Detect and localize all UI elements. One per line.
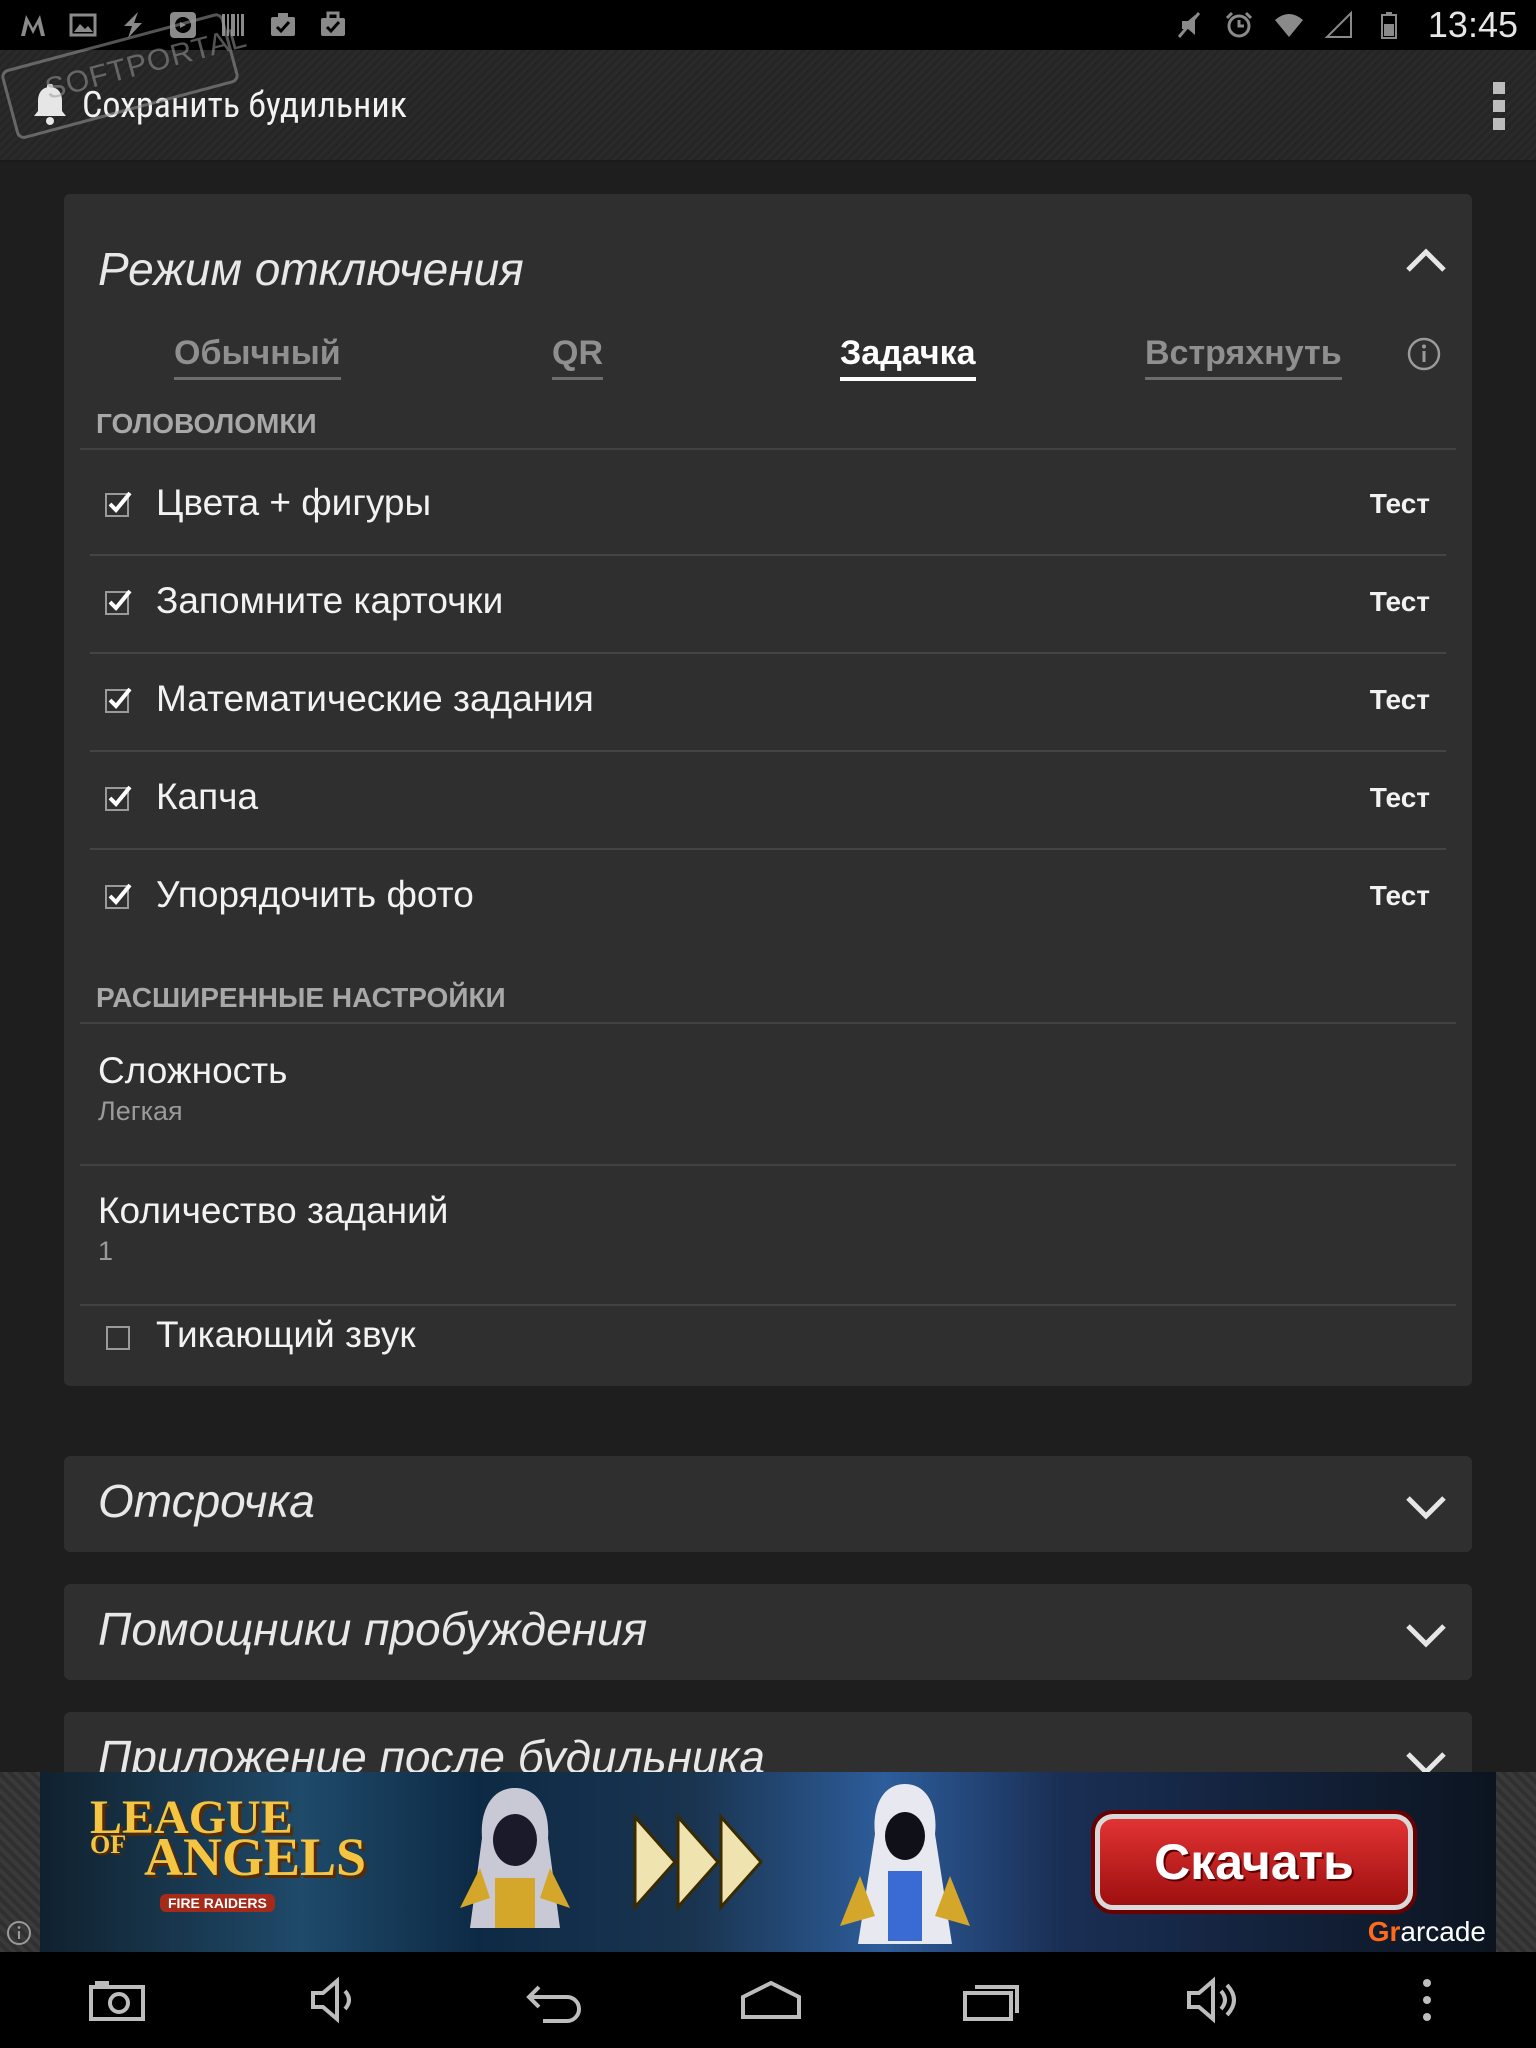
action-bar: Сохранить будильник — [0, 50, 1536, 162]
action-bar-title[interactable]: Сохранить будильник — [82, 84, 407, 126]
app-root: 13:45 Сохранить будильник SOFTPORTAL Реж… — [0, 0, 1536, 2048]
puzzles-header: ГОЛОВОЛОМКИ — [96, 408, 317, 439]
tab-normal[interactable]: Обычный — [174, 334, 341, 380]
difficulty-value: Легкая — [98, 1096, 183, 1126]
ad-logo: LEAGUE OF ANGELS FIRE RAIDERS — [90, 1790, 366, 1930]
after-alarm-app-title: Приложение после будильника — [98, 1731, 765, 1772]
list-item[interactable]: Цвета + фигуры Тест — [90, 456, 1446, 554]
image-icon — [68, 10, 98, 40]
snooze-card[interactable]: Отсрочка — [64, 1456, 1472, 1552]
wifi-icon — [1274, 10, 1304, 40]
wakeup-helpers-card[interactable]: Помощники пробуждения — [64, 1584, 1472, 1680]
ad-brand: Grarcade — [1368, 1916, 1486, 1948]
tab-shake[interactable]: Встряхнуть — [1145, 334, 1342, 380]
checkbox-checked-icon[interactable] — [104, 882, 132, 910]
test-button[interactable]: Тест — [1370, 488, 1430, 520]
advanced-header: РАСШИРЕННЫЕ НАСТРОЙКИ — [96, 982, 506, 1013]
after-alarm-app-card[interactable]: Приложение после будильника — [64, 1712, 1472, 1772]
bolt-icon — [118, 10, 148, 40]
screenshot-icon[interactable] — [82, 1970, 152, 2030]
ticking-sound-label: Тикающий звук — [156, 1314, 416, 1355]
app-icon — [168, 10, 198, 40]
menu-icon[interactable] — [1392, 1970, 1462, 2030]
checkbox-unchecked-icon[interactable] — [104, 1324, 132, 1352]
ad-banner[interactable]: LEAGUE OF ANGELS FIRE RAIDERS Скачать Gr… — [0, 1772, 1536, 1952]
checkbox-checked-icon[interactable] — [104, 588, 132, 616]
mute-icon — [1174, 10, 1204, 40]
test-button[interactable]: Тест — [1370, 782, 1430, 814]
ad-logo-line2: ANGELS — [144, 1827, 367, 1887]
status-bar-left — [18, 10, 348, 40]
task-count-title: Количество заданий — [98, 1190, 449, 1231]
back-icon[interactable] — [518, 1970, 588, 2030]
list-item[interactable]: Запомните карточки Тест — [90, 554, 1446, 652]
task-count-value: 1 — [98, 1236, 114, 1266]
m-icon — [18, 10, 48, 40]
ad-logo-sub: FIRE RAIDERS — [160, 1894, 275, 1912]
ad-logo-of: OF — [90, 1830, 127, 1859]
ad-brand-mark: Gr — [1367, 1916, 1401, 1947]
briefcase-check-icon — [318, 10, 348, 40]
volume-down-icon[interactable] — [300, 1970, 370, 2030]
info-icon[interactable] — [1406, 336, 1442, 372]
overflow-menu-icon[interactable] — [1492, 82, 1506, 130]
alarm-icon — [1224, 10, 1254, 40]
navigation-bar — [0, 1952, 1536, 2048]
test-button[interactable]: Тест — [1370, 684, 1430, 716]
test-button[interactable]: Тест — [1370, 880, 1430, 912]
puzzles-divider — [80, 448, 1456, 450]
status-time: 13:45 — [1427, 4, 1518, 45]
dismiss-mode-title[interactable]: Режим отключения — [98, 242, 524, 296]
chevron-up-icon[interactable] — [1402, 244, 1450, 276]
chevron-down-icon[interactable] — [1402, 1618, 1450, 1650]
tab-qr[interactable]: QR — [552, 334, 603, 380]
ad-image[interactable]: LEAGUE OF ANGELS FIRE RAIDERS Скачать Gr… — [40, 1772, 1496, 1952]
dismiss-mode-card: Режим отключения Обычный QR Задачка Встр… — [64, 194, 1472, 1386]
battery-icon — [1374, 10, 1404, 40]
volume-up-icon[interactable] — [1180, 1970, 1250, 2030]
dismiss-tabs: Обычный QR Задачка Встряхнуть — [64, 324, 1472, 394]
puzzle-label: Запомните карточки — [156, 580, 504, 621]
ad-download-button[interactable]: Скачать — [1095, 1814, 1413, 1910]
list-item[interactable]: Математические задания Тест — [90, 652, 1446, 750]
puzzle-label: Упорядочить фото — [156, 874, 474, 915]
ad-hero-figure — [830, 1776, 980, 1946]
puzzle-label: Капча — [156, 776, 259, 817]
chevron-down-icon[interactable] — [1402, 1746, 1450, 1772]
difficulty-title: Сложность — [98, 1050, 288, 1091]
list-item[interactable]: Капча Тест — [90, 750, 1446, 848]
clipboard-check-icon — [268, 10, 298, 40]
ad-download-label: Скачать — [1154, 1834, 1354, 1890]
checkbox-checked-icon[interactable] — [104, 686, 132, 714]
ad-hero-figure — [440, 1778, 590, 1948]
recent-apps-icon[interactable] — [958, 1970, 1028, 2030]
ad-arrows-icon — [630, 1812, 770, 1912]
signal-icon — [1324, 10, 1354, 40]
ad-brand-name: arcade — [1400, 1916, 1486, 1947]
ticking-sound-row[interactable]: Тикающий звук — [90, 1292, 1446, 1382]
home-icon[interactable] — [736, 1970, 806, 2030]
ad-info-icon[interactable] — [6, 1920, 32, 1946]
puzzle-label: Математические задания — [156, 678, 594, 719]
difficulty-pref[interactable]: Сложность Легкая — [80, 1024, 1456, 1132]
tab-puzzle[interactable]: Задачка — [840, 334, 976, 381]
chevron-down-icon[interactable] — [1402, 1490, 1450, 1522]
list-item[interactable]: Упорядочить фото Тест — [90, 848, 1446, 946]
status-bar-right: 13:45 — [1174, 4, 1518, 46]
snooze-title: Отсрочка — [98, 1475, 315, 1527]
content-scroll[interactable]: Режим отключения Обычный QR Задачка Встр… — [0, 162, 1536, 1772]
puzzle-label: Цвета + фигуры — [156, 482, 432, 523]
checkbox-checked-icon[interactable] — [104, 784, 132, 812]
wakeup-helpers-title: Помощники пробуждения — [98, 1603, 648, 1655]
task-count-pref[interactable]: Количество заданий 1 — [80, 1166, 1456, 1274]
checkbox-checked-icon[interactable] — [104, 490, 132, 518]
barcode-icon — [218, 10, 248, 40]
status-bar: 13:45 — [0, 0, 1536, 50]
test-button[interactable]: Тест — [1370, 586, 1430, 618]
alarm-bell-icon[interactable] — [28, 83, 72, 127]
